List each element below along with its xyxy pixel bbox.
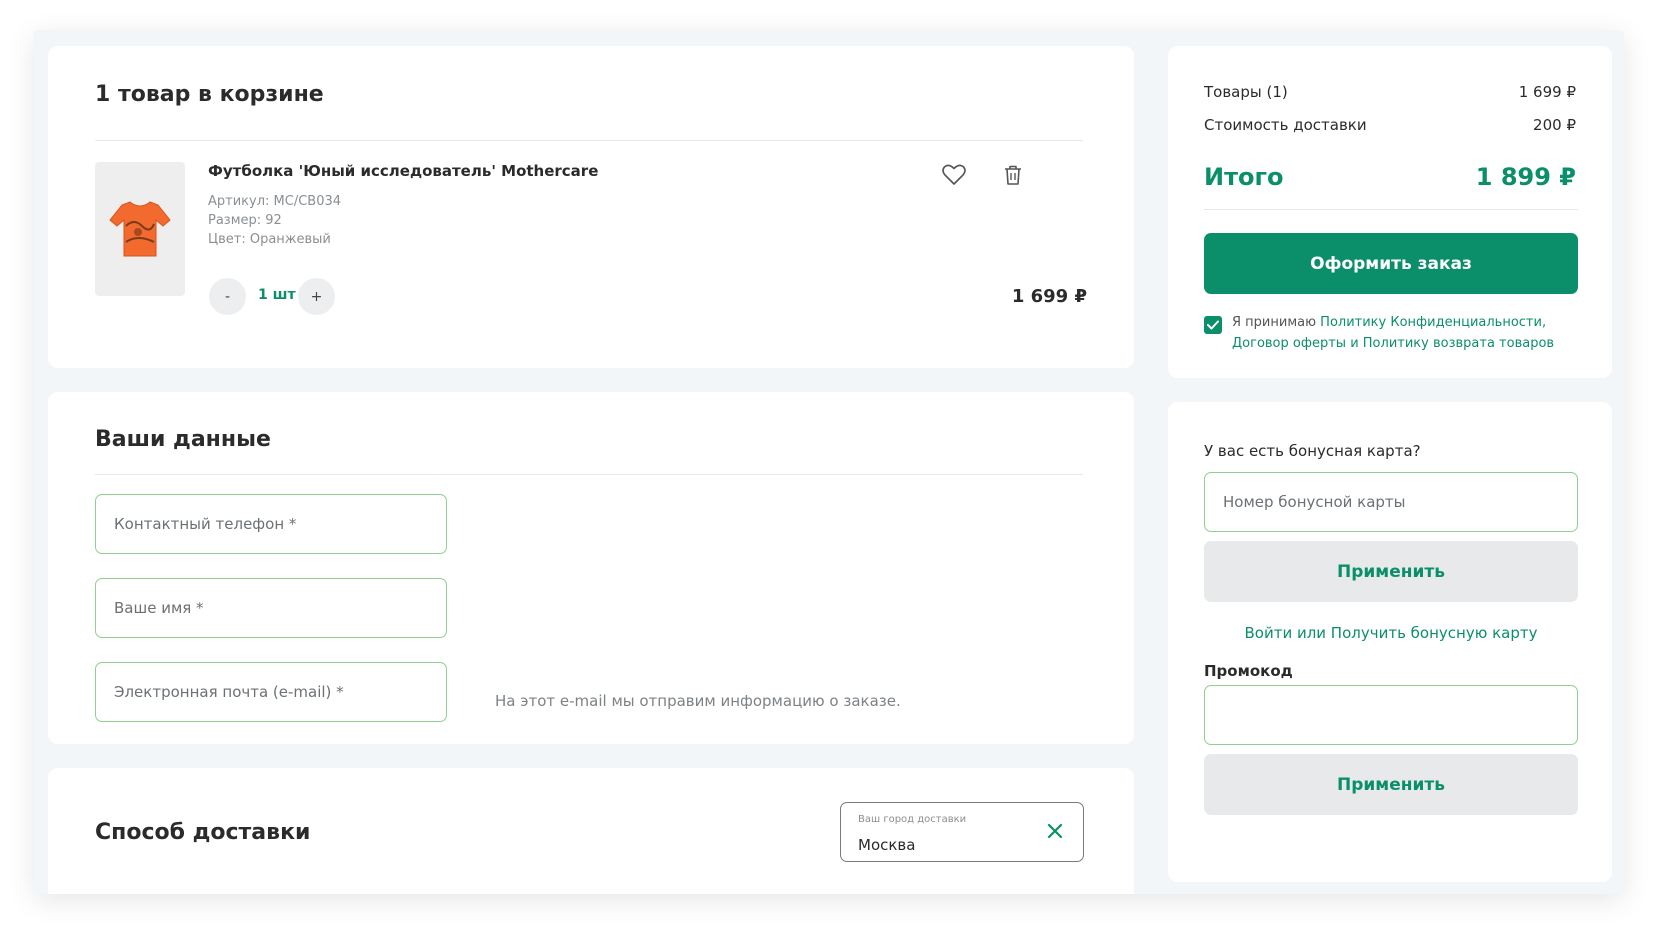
return-policy-link[interactable]: Политику возврата товаров bbox=[1363, 336, 1554, 351]
customer-data-card: Ваши данные Контактный телефон * Ваше им… bbox=[48, 392, 1134, 744]
product-image[interactable] bbox=[95, 162, 185, 296]
promo-label: Промокод bbox=[1204, 662, 1293, 680]
product-article: Артикул: MC/CB034 bbox=[208, 194, 342, 209]
remove-button[interactable] bbox=[998, 160, 1028, 190]
city-value: Москва bbox=[858, 836, 916, 854]
agree-and: и bbox=[1346, 336, 1363, 351]
product-size: Размер: 92 bbox=[208, 213, 282, 228]
check-icon bbox=[1207, 320, 1219, 330]
promo-apply-button[interactable]: Применить bbox=[1204, 754, 1578, 815]
bonus-apply-button[interactable]: Применить bbox=[1204, 541, 1578, 602]
cart-title: 1 товар в корзине bbox=[95, 82, 324, 107]
promo-input[interactable] bbox=[1204, 685, 1578, 745]
bonus-question: У вас есть бонусная карта? bbox=[1204, 442, 1421, 460]
qty-value: 1 шт bbox=[258, 287, 296, 303]
customer-title: Ваши данные bbox=[95, 427, 271, 452]
city-clear-button[interactable] bbox=[1043, 819, 1067, 843]
goods-label: Товары (1) bbox=[1204, 83, 1288, 101]
qty-decrease-button[interactable]: - bbox=[209, 278, 246, 315]
bonus-card: У вас есть бонусная карта? Номер бонусно… bbox=[1168, 402, 1612, 882]
privacy-policy-link[interactable]: Политику Конфиденциальности, bbox=[1320, 315, 1546, 330]
product-name[interactable]: Футболка 'Юный исследователь' Mothercare bbox=[208, 162, 598, 180]
phone-placeholder: Контактный телефон * bbox=[114, 515, 297, 533]
trash-icon bbox=[1005, 165, 1021, 185]
bonus-card-placeholder: Номер бонусной карты bbox=[1223, 493, 1406, 511]
total-label: Итого bbox=[1204, 163, 1284, 191]
checkout-button[interactable]: Оформить заказ bbox=[1204, 233, 1578, 294]
summary-total-row: Итого 1 899 ₽ bbox=[1204, 163, 1576, 191]
phone-field[interactable]: Контактный телефон * bbox=[95, 494, 447, 554]
shipping-label: Стоимость доставки bbox=[1204, 116, 1367, 134]
bonus-login-link[interactable]: Войти или Получить бонусную карту bbox=[1204, 624, 1578, 642]
divider bbox=[95, 140, 1083, 141]
delivery-title: Способ доставки bbox=[95, 820, 311, 845]
cart-card: 1 товар в корзине Футболка 'Юный исследо… bbox=[48, 46, 1134, 368]
delivery-city-select[interactable]: Ваш город доставки Москва bbox=[840, 802, 1084, 862]
qty-increase-button[interactable]: + bbox=[298, 278, 335, 315]
order-summary-card: Товары (1) 1 699 ₽ Стоимость доставки 20… bbox=[1168, 46, 1612, 378]
product-color: Цвет: Оранжевый bbox=[208, 232, 331, 247]
divider bbox=[95, 474, 1083, 475]
name-placeholder: Ваше имя * bbox=[114, 599, 204, 617]
agree-checkbox[interactable] bbox=[1204, 316, 1222, 334]
checkout-page: 1 товар в корзине Футболка 'Юный исследо… bbox=[34, 30, 1624, 894]
heart-icon bbox=[942, 164, 966, 185]
name-field[interactable]: Ваше имя * bbox=[95, 578, 447, 638]
close-icon bbox=[1047, 823, 1063, 839]
email-field[interactable]: Электронная почта (e-mail) * bbox=[95, 662, 447, 722]
total-value: 1 899 ₽ bbox=[1475, 163, 1576, 191]
agree-prefix: Я принимаю bbox=[1232, 315, 1321, 330]
divider bbox=[1204, 209, 1578, 210]
email-placeholder: Электронная почта (e-mail) * bbox=[114, 683, 344, 701]
bonus-card-input[interactable]: Номер бонусной карты bbox=[1204, 472, 1578, 532]
favorite-button[interactable] bbox=[939, 160, 969, 190]
summary-shipping-row: Стоимость доставки 200 ₽ bbox=[1204, 116, 1576, 134]
goods-value: 1 699 ₽ bbox=[1518, 83, 1576, 101]
delivery-card: Способ доставки Ваш город доставки Москв… bbox=[48, 768, 1134, 894]
product-price: 1 699 ₽ bbox=[1011, 286, 1087, 307]
summary-goods-row: Товары (1) 1 699 ₽ bbox=[1204, 83, 1576, 101]
shipping-value: 200 ₽ bbox=[1533, 116, 1576, 134]
tshirt-icon bbox=[109, 201, 171, 257]
email-hint: На этот e-mail мы отправим информацию о … bbox=[495, 692, 901, 710]
offer-link[interactable]: Договор оферты bbox=[1232, 336, 1346, 351]
agree-text: Я принимаю Политику Конфиденциальности, … bbox=[1232, 312, 1572, 354]
city-label: Ваш город доставки bbox=[858, 814, 967, 825]
